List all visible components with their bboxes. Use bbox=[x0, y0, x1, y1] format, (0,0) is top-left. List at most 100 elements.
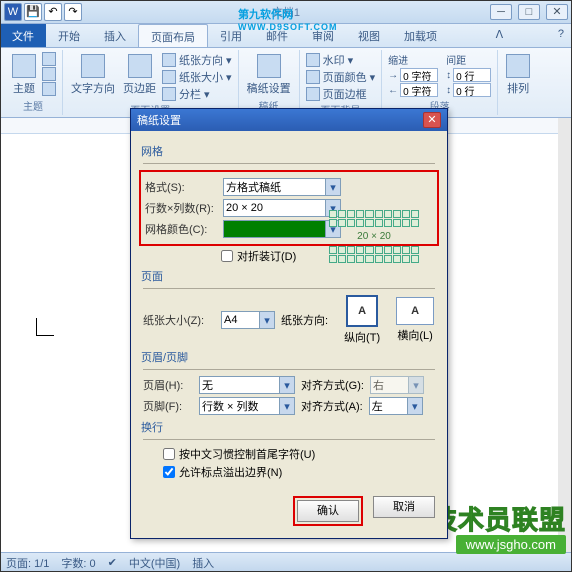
close-button[interactable]: ✕ bbox=[546, 4, 568, 20]
section-headerfooter: 页眉/页脚 bbox=[141, 349, 435, 365]
text-direction-icon bbox=[81, 54, 105, 78]
section-page: 页面 bbox=[141, 268, 435, 284]
rowcol-label: 行数×列数(R): bbox=[145, 200, 217, 216]
spacing-title: 间距 bbox=[446, 52, 491, 67]
indent-right[interactable]: ← bbox=[388, 83, 438, 97]
manuscript-dialog: 稿纸设置 ✕ 网格 格式(S): 方格式稿纸▾ 行数×列数(R): 20 × 2… bbox=[130, 108, 448, 539]
orientation-icon bbox=[162, 53, 176, 67]
pagesize-combo[interactable]: A4▾ bbox=[221, 311, 275, 329]
margins-button[interactable]: 页边距 bbox=[121, 52, 158, 102]
undo-icon[interactable]: ↶ bbox=[44, 3, 62, 21]
status-mode[interactable]: 插入 bbox=[192, 555, 214, 571]
footer-align-label: 对齐方式(A): bbox=[301, 398, 363, 414]
tab-insert[interactable]: 插入 bbox=[92, 24, 138, 47]
theme-colors-icon[interactable] bbox=[42, 52, 56, 66]
group-themes: 主题 主题 bbox=[4, 50, 63, 115]
tab-addins[interactable]: 加载项 bbox=[392, 24, 449, 47]
size-icon bbox=[162, 70, 176, 84]
tab-home[interactable]: 开始 bbox=[46, 24, 92, 47]
ribbon-minimize-icon[interactable]: ᐱ bbox=[488, 24, 512, 47]
window-controls: ─ □ ✕ bbox=[490, 4, 568, 20]
tab-view[interactable]: 视图 bbox=[346, 24, 392, 47]
cursor-indicator bbox=[36, 318, 54, 336]
help-icon[interactable]: ? bbox=[550, 24, 572, 47]
chevron-down-icon: ▾ bbox=[325, 179, 340, 195]
section-wrap: 换行 bbox=[141, 419, 435, 435]
save-icon[interactable]: 💾 bbox=[24, 3, 42, 21]
ok-button[interactable]: 确认 bbox=[297, 500, 359, 522]
arrange-button[interactable]: 排列 bbox=[504, 52, 532, 113]
status-proof-icon[interactable]: ✔ bbox=[108, 556, 117, 569]
themes-button[interactable]: 主题 bbox=[10, 52, 38, 98]
chevron-down-icon: ▾ bbox=[279, 377, 294, 393]
indent-left[interactable]: → bbox=[388, 68, 438, 82]
highlight-box-ok: 确认 bbox=[293, 496, 363, 526]
status-bar: 页面: 1/1 字数: 0 ✔ 中文(中国) 插入 bbox=[0, 552, 572, 572]
footer-label: 页脚(F): bbox=[143, 398, 193, 414]
status-page[interactable]: 页面: 1/1 bbox=[6, 555, 49, 571]
orient-label: 纸张方向: bbox=[281, 312, 328, 328]
header-label: 页眉(H): bbox=[143, 377, 193, 393]
watermark-icon bbox=[306, 53, 320, 67]
footer-combo[interactable]: 行数 × 列数▾ bbox=[199, 397, 295, 415]
group-pagesetup: 文字方向 页边距 纸张方向 ▾ 纸张大小 ▾ 分栏 ▾ 页面设置 bbox=[63, 50, 239, 115]
header-align-label: 对齐方式(G): bbox=[301, 377, 364, 393]
tab-pagelayout[interactable]: 页面布局 bbox=[138, 24, 208, 47]
wrap-chk2[interactable]: 允许标点溢出边界(N) bbox=[163, 464, 435, 480]
minimize-button[interactable]: ─ bbox=[490, 4, 512, 20]
word-icon[interactable]: W bbox=[4, 3, 22, 21]
group-manuscript: 稿纸设置 稿纸 bbox=[239, 50, 300, 115]
header-align-combo: 右▾ bbox=[370, 376, 424, 394]
group-arrange: 排列 bbox=[498, 50, 538, 115]
watermark-button[interactable]: 水印 ▾ bbox=[306, 52, 376, 68]
orientation-button[interactable]: 纸张方向 ▾ bbox=[162, 52, 232, 68]
format-combo[interactable]: 方格式稿纸▾ bbox=[223, 178, 341, 196]
theme-effects-icon[interactable] bbox=[42, 82, 56, 96]
dialog-titlebar[interactable]: 稿纸设置 ✕ bbox=[131, 109, 447, 131]
landscape-option[interactable]: A横向(L) bbox=[396, 297, 434, 343]
pagecolor-button[interactable]: 页面颜色 ▾ bbox=[306, 69, 376, 85]
quick-access-toolbar: W 💾 ↶ ↷ bbox=[4, 3, 82, 21]
format-label: 格式(S): bbox=[145, 179, 217, 195]
portrait-icon: A bbox=[346, 295, 378, 327]
columns-button[interactable]: 分栏 ▾ bbox=[162, 86, 232, 102]
header-combo[interactable]: 无▾ bbox=[199, 376, 295, 394]
spacing-after[interactable]: ↕ bbox=[446, 83, 491, 97]
rowcol-combo[interactable]: 20 × 20▾ bbox=[223, 199, 341, 217]
watermark-overlay: 第九软件网 WWW.D9SOFT.COM bbox=[238, 6, 338, 32]
theme-fonts-icon[interactable] bbox=[42, 67, 56, 81]
status-lang[interactable]: 中文(中国) bbox=[129, 555, 180, 571]
gridcolor-combo[interactable]: ▾ bbox=[223, 220, 341, 238]
footer-align-combo[interactable]: 左▾ bbox=[369, 397, 423, 415]
maximize-button[interactable]: □ bbox=[518, 4, 540, 20]
themes-icon bbox=[12, 54, 36, 78]
wrap-chk1[interactable]: 按中文习惯控制首尾字符(U) bbox=[163, 446, 435, 462]
landscape-icon: A bbox=[396, 297, 434, 325]
chevron-down-icon: ▾ bbox=[408, 377, 423, 393]
manuscript-icon bbox=[257, 54, 281, 78]
chevron-down-icon: ▾ bbox=[407, 398, 422, 414]
tab-file[interactable]: 文件 bbox=[0, 24, 46, 47]
chevron-down-icon: ▾ bbox=[259, 312, 274, 328]
margins-icon bbox=[128, 54, 152, 78]
dialog-title: 稿纸设置 bbox=[137, 112, 181, 128]
arrange-icon bbox=[506, 54, 530, 78]
portrait-option[interactable]: A纵向(T) bbox=[344, 295, 380, 345]
dialog-close-button[interactable]: ✕ bbox=[423, 112, 441, 128]
size-button[interactable]: 纸张大小 ▾ bbox=[162, 69, 232, 85]
text-direction-button[interactable]: 文字方向 bbox=[69, 52, 117, 102]
pageborder-icon bbox=[306, 87, 320, 101]
manuscript-button[interactable]: 稿纸设置 bbox=[245, 52, 293, 98]
indent-title: 缩进 bbox=[388, 52, 438, 67]
footer-watermark: 技术员联盟 www.jsgho.com bbox=[431, 500, 566, 552]
redo-icon[interactable]: ↷ bbox=[64, 3, 82, 21]
status-words[interactable]: 字数: 0 bbox=[61, 555, 95, 571]
chevron-down-icon: ▾ bbox=[279, 398, 294, 414]
spacing-before[interactable]: ↕ bbox=[446, 68, 491, 82]
pageborder-button[interactable]: 页面边框 bbox=[306, 86, 376, 102]
group-label: 主题 bbox=[10, 98, 56, 113]
cancel-button[interactable]: 取消 bbox=[373, 496, 435, 518]
grid-preview: 20 × 20 bbox=[329, 210, 419, 263]
columns-icon bbox=[162, 87, 176, 101]
pagesize-label: 纸张大小(Z): bbox=[143, 312, 215, 328]
